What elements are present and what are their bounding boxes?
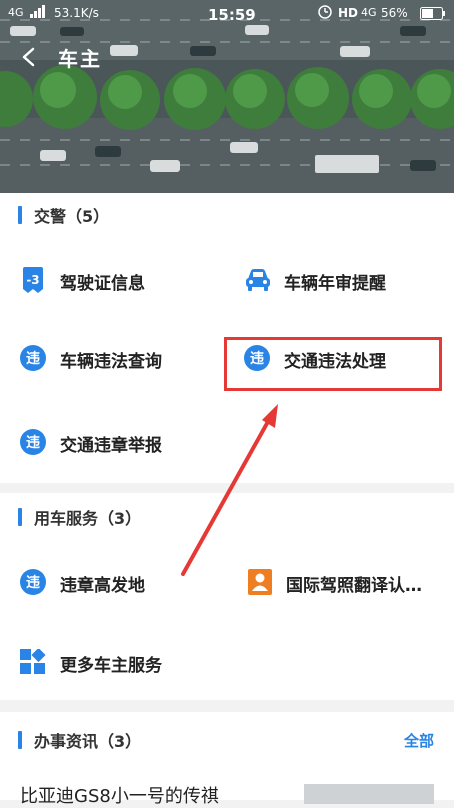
pointer-arrow [181,404,278,576]
